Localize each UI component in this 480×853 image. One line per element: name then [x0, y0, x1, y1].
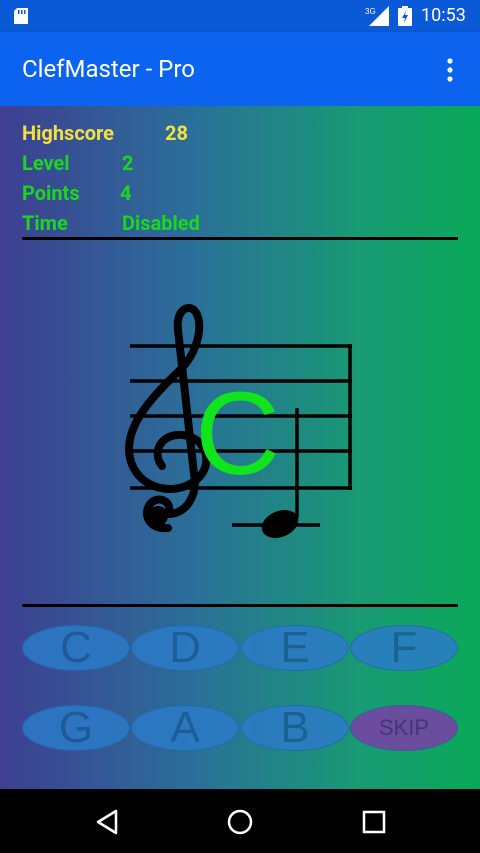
- note-button-d[interactable]: D: [131, 625, 239, 671]
- sd-card-icon: [14, 8, 28, 24]
- app-bar: ClefMaster - Pro: [0, 32, 480, 106]
- note-button-a[interactable]: A: [131, 705, 239, 751]
- more-vert-icon[interactable]: [440, 57, 460, 83]
- note-button-e[interactable]: E: [241, 625, 349, 671]
- note-button-f[interactable]: F: [350, 625, 458, 671]
- signal-icon: 3G: [365, 6, 389, 26]
- top-divider: [22, 237, 458, 240]
- points-value: 4: [120, 181, 132, 205]
- status-bar: 3G 10:53: [0, 0, 480, 32]
- level-label: Level: [22, 151, 70, 175]
- time-value: Disabled: [122, 211, 200, 235]
- points-row: Points 4: [22, 181, 131, 205]
- battery-icon: [398, 6, 412, 26]
- skip-button[interactable]: SKIP: [350, 705, 458, 751]
- points-label: Points: [22, 181, 80, 205]
- highscore-label: Highscore: [22, 121, 114, 145]
- note-letter: C: [195, 368, 281, 500]
- svg-text:3G: 3G: [365, 7, 376, 16]
- level-row: Level 2: [22, 151, 133, 175]
- home-icon[interactable]: [226, 808, 254, 836]
- navigation-bar: [0, 789, 480, 853]
- highscore-row: Highscore 28: [22, 121, 188, 145]
- game-area: Highscore 28 Level 2 Points 4 Time Disab…: [0, 106, 480, 789]
- time-row: Time Disabled: [22, 211, 200, 235]
- note-button-g[interactable]: G: [22, 705, 130, 751]
- highscore-value: 28: [165, 121, 188, 145]
- time-label: Time: [22, 211, 68, 235]
- status-clock: 10:53: [421, 5, 466, 26]
- bottom-divider: [22, 604, 458, 607]
- level-value: 2: [122, 151, 134, 175]
- note-button-c[interactable]: C: [22, 625, 130, 671]
- note-button-b[interactable]: B: [241, 705, 349, 751]
- recents-icon[interactable]: [361, 809, 387, 835]
- app-title: ClefMaster - Pro: [22, 55, 195, 83]
- back-icon[interactable]: [94, 809, 120, 835]
